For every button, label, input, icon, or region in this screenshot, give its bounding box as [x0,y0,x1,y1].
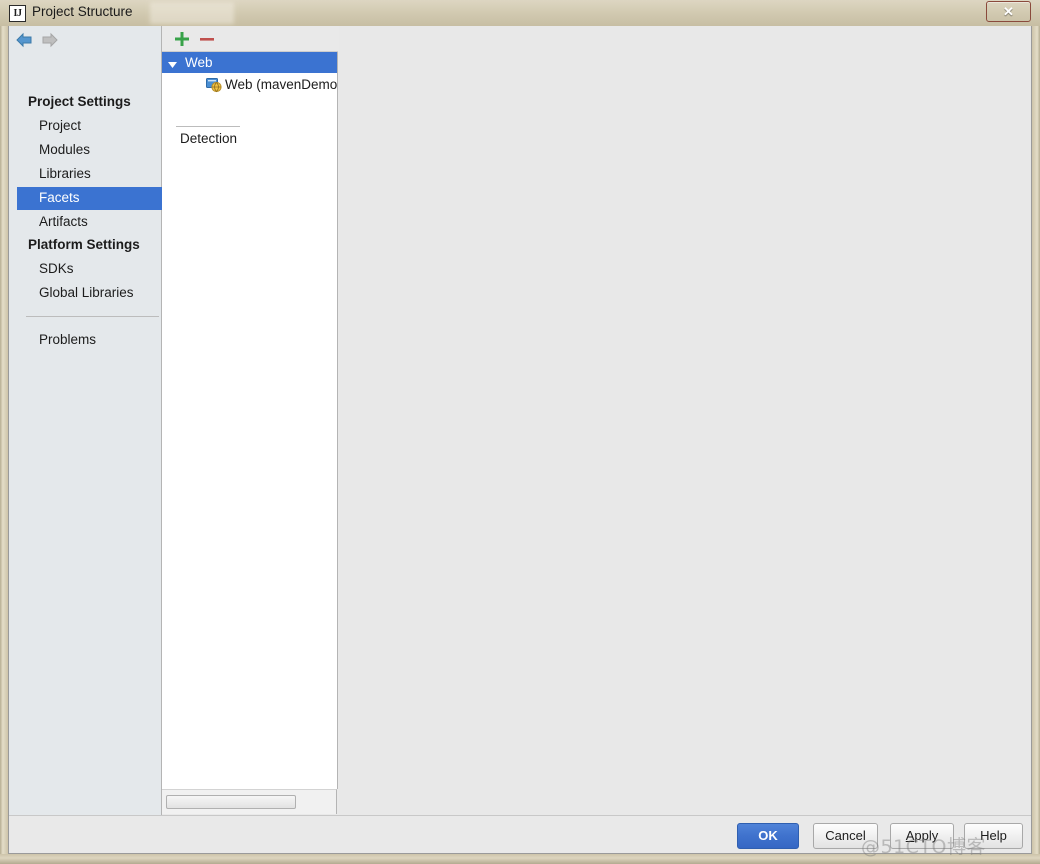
sidebar-item-libraries[interactable]: Libraries [17,163,170,186]
sidebar-group-title-platform-settings: Platform Settings [28,237,140,252]
os-window-frame: IJ Project Structure ✕ Project Settings … [0,0,1040,864]
close-button[interactable]: ✕ [986,1,1031,22]
sidebar-item-global-libraries[interactable]: Global Libraries [17,282,170,305]
sidebar-item-problems[interactable]: Problems [17,329,170,352]
sidebar-item-label: Libraries [39,166,91,181]
facet-detail-panel [339,26,1031,815]
facets-toolbar [162,26,338,52]
sidebar-divider [26,316,159,317]
redacted-title-region [150,2,234,24]
settings-sidebar: Project Settings Project Modules Librari… [9,26,170,815]
sidebar-item-label: SDKs [39,261,74,276]
apply-label-rest: pply [914,828,939,843]
window-right-border [1032,0,1040,864]
title-bar[interactable]: IJ Project Structure ✕ [0,0,1040,26]
help-button[interactable]: Help [964,823,1023,849]
tree-row[interactable]: Web (mavenDemo_ [162,74,338,95]
triangle-down-icon[interactable] [167,57,178,68]
sidebar-item-label: Modules [39,142,91,157]
facets-tree: Web Web (mavenDemo_ Detection [162,52,338,789]
web-facet-icon [206,77,222,93]
arrow-right-icon[interactable] [41,32,59,48]
window-bottom-border [0,854,1040,864]
plus-icon[interactable] [173,30,191,48]
minus-icon[interactable] [198,30,216,48]
sidebar-group-title-project-settings: Project Settings [28,94,131,109]
window-title: Project Structure [32,4,133,19]
sidebar-item-label: Problems [39,332,97,347]
sidebar-item-label: Global Libraries [39,285,134,300]
tree-node-label: Web (mavenDemo_ [225,77,338,92]
tree-row[interactable]: Web [162,52,337,73]
tree-node-label: Web [185,55,213,70]
sidebar-item-label: Artifacts [39,214,88,229]
intellij-idea-icon: IJ [9,5,26,22]
navigation-buttons [9,26,161,54]
dialog-body: Project Settings Project Modules Librari… [8,26,1032,854]
sidebar-item-modules[interactable]: Modules [17,139,170,162]
sidebar-item-label: Facets [39,190,80,205]
sidebar-item-artifacts[interactable]: Artifacts [17,211,170,234]
tree-horizontal-scrollbar[interactable] [162,789,337,814]
sidebar-item-sdks[interactable]: SDKs [17,258,170,281]
cancel-button[interactable]: Cancel [813,823,878,849]
apply-button[interactable]: Apply [890,823,954,849]
sidebar-item-label: Project [39,118,82,133]
arrow-left-icon[interactable] [15,32,33,48]
dialog-button-bar: OK Cancel Apply Help [9,815,1031,853]
tree-section-divider [176,126,240,127]
tree-section-label-detection[interactable]: Detection [180,131,237,146]
sidebar-item-project[interactable]: Project [17,115,170,138]
facets-tree-panel: Web Web (mavenDemo_ Detection [162,26,338,815]
sidebar-item-facets[interactable]: Facets [17,187,170,210]
scrollbar-thumb[interactable] [166,795,296,809]
window-left-border [0,0,8,864]
ok-button[interactable]: OK [737,823,799,849]
close-icon: ✕ [1003,4,1014,19]
